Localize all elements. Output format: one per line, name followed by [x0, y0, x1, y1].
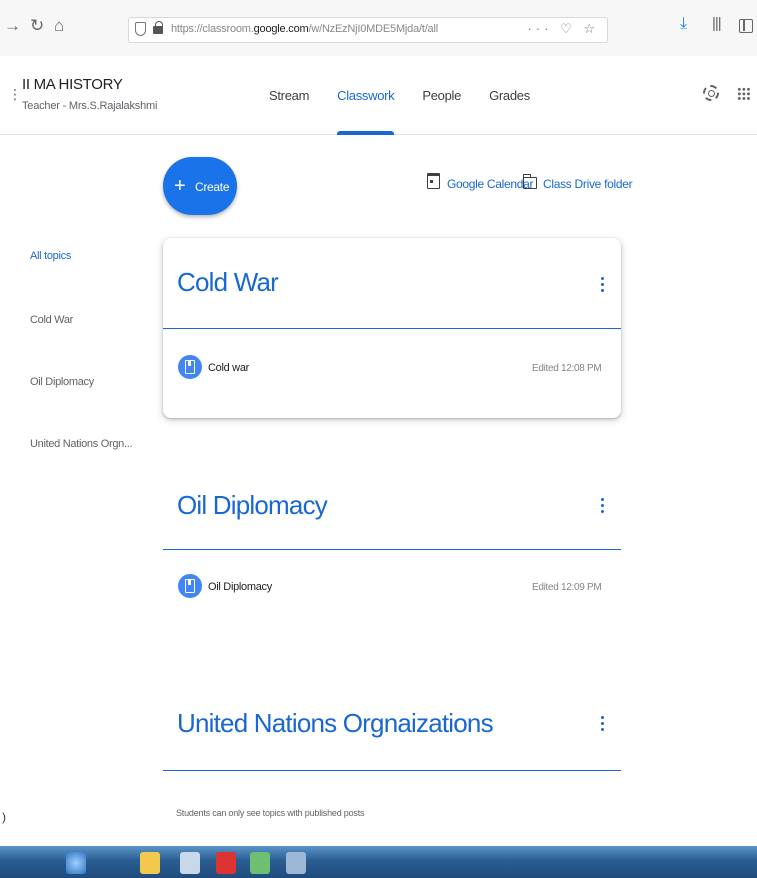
app-taskbar-icon[interactable]: [286, 852, 306, 874]
app-taskbar-icon[interactable]: [180, 852, 200, 874]
tab-classwork[interactable]: Classwork: [323, 56, 408, 135]
topic-title[interactable]: Cold War: [177, 267, 279, 298]
page-actions-icons[interactable]: ··· ♡ ☆: [527, 21, 599, 37]
sidebar-item-oil-diplomacy[interactable]: Oil Diplomacy: [30, 376, 94, 388]
sidebar-item-cold-war[interactable]: Cold War: [30, 314, 73, 326]
topic-title[interactable]: United Nations Orgnaizations: [177, 708, 494, 739]
folder-taskbar-icon[interactable]: [140, 852, 160, 874]
app-taskbar-icon[interactable]: [250, 852, 270, 874]
folder-icon[interactable]: [522, 174, 537, 189]
topic-divider: [163, 328, 621, 329]
sidebar-item-united-nations[interactable]: United Nations Orgn...: [30, 438, 133, 450]
assignment-title[interactable]: Oil Diplomacy: [208, 581, 272, 593]
url-text[interactable]: https://classroom.google.com/w/NzEzNjI0M…: [171, 23, 438, 35]
topic-divider: [163, 770, 621, 771]
teacher-name: Teacher - Mrs.S.Rajalakshmi: [22, 100, 158, 112]
forward-arrow-icon[interactable]: →: [4, 16, 21, 36]
more-options-icon[interactable]: [601, 498, 605, 514]
browser-toolbar: → ↻ ⌂ https://classroom.google.com/w/NzE…: [0, 0, 757, 56]
create-label: Create: [195, 180, 230, 194]
edited-time: Edited 12:09 PM: [532, 582, 602, 593]
class-drive-folder-link[interactable]: Class Drive folder: [543, 177, 633, 191]
app-taskbar-icon[interactable]: [216, 852, 236, 874]
more-options-icon[interactable]: [601, 716, 605, 732]
assignment-title[interactable]: Cold war: [208, 362, 249, 374]
os-taskbar: [0, 846, 757, 878]
edited-time: Edited 12:08 PM: [532, 363, 602, 374]
google-apps-icon[interactable]: [737, 87, 751, 101]
tab-grades[interactable]: Grades: [475, 56, 544, 135]
home-icon[interactable]: ⌂: [54, 16, 64, 36]
class-header: ⋮ II MA HISTORY Teacher - Mrs.S.Rajalaks…: [0, 56, 757, 135]
tracking-shield-icon[interactable]: [135, 22, 146, 36]
tab-people[interactable]: People: [408, 56, 475, 135]
lock-icon[interactable]: [153, 21, 163, 34]
google-calendar-link[interactable]: Google Calendar: [447, 177, 534, 191]
assignment-icon: [178, 355, 202, 379]
tab-bar: Stream Classwork People Grades: [255, 56, 544, 135]
sidebar-item-all-topics[interactable]: All topics: [30, 250, 71, 262]
plus-icon: +: [174, 175, 186, 197]
start-icon[interactable]: [66, 852, 86, 874]
topic-title[interactable]: Oil Diplomacy: [177, 490, 328, 521]
download-icon[interactable]: ⤓: [680, 15, 687, 33]
sidebar-toggle-icon[interactable]: [739, 19, 753, 33]
calendar-icon[interactable]: [427, 173, 440, 189]
main-menu-icon[interactable]: ⋮: [8, 86, 22, 103]
class-title[interactable]: II MA HISTORY: [22, 76, 123, 93]
more-options-icon[interactable]: [601, 277, 605, 293]
create-button[interactable]: + Create: [163, 157, 237, 215]
address-bar[interactable]: https://classroom.google.com/w/NzEzNjI0M…: [128, 17, 608, 43]
topic-divider: [163, 549, 621, 550]
library-icon[interactable]: |||: [712, 15, 722, 32]
edge-fragment: ): [2, 810, 6, 824]
tab-stream[interactable]: Stream: [255, 56, 323, 135]
published-posts-note: Students can only see topics with publis…: [176, 808, 365, 818]
assignment-icon: [178, 574, 202, 598]
settings-icon[interactable]: [703, 85, 719, 101]
reload-icon[interactable]: ↻: [30, 16, 44, 36]
